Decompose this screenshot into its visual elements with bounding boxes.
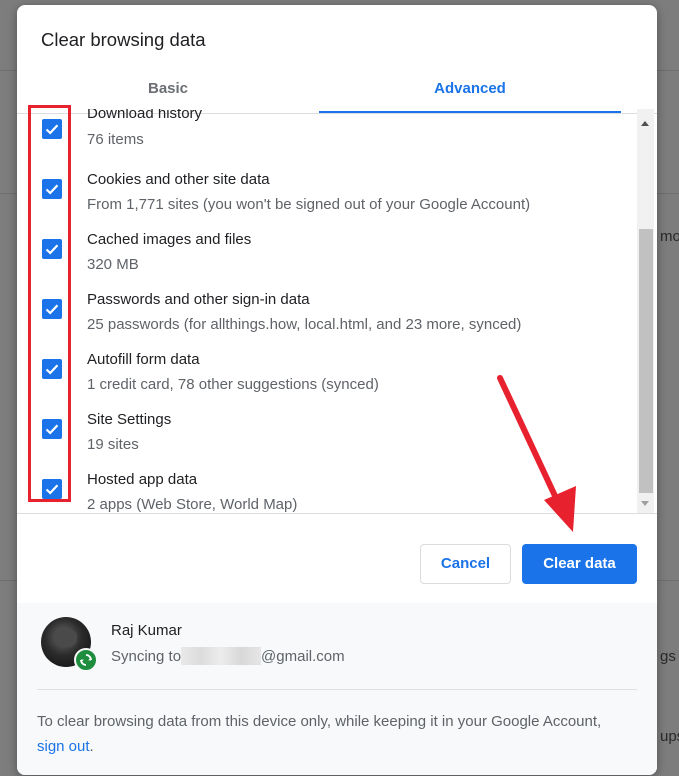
background-text: ups bbox=[660, 728, 679, 745]
redacted-email bbox=[181, 647, 262, 665]
sync-status: Syncing to @gmail.com bbox=[111, 647, 345, 665]
option-label: Autofill form data bbox=[87, 351, 200, 368]
option-detail: 320 MB bbox=[87, 256, 139, 273]
option-autofill[interactable]: Autofill form data 1 credit card, 78 oth… bbox=[17, 351, 632, 411]
option-hosted-app-data[interactable]: Hosted app data 2 apps (Web Store, World… bbox=[17, 471, 632, 514]
account-name: Raj Kumar bbox=[111, 622, 182, 639]
autofill-checkbox[interactable] bbox=[42, 359, 62, 379]
tab-advanced[interactable]: Advanced bbox=[319, 67, 621, 113]
footer-note: To clear browsing data from this device … bbox=[37, 709, 617, 759]
dialog-title: Clear browsing data bbox=[41, 29, 206, 50]
account-footer: Raj Kumar Syncing to @gmail.com To clear … bbox=[17, 603, 657, 775]
option-passwords[interactable]: Passwords and other sign-in data 25 pass… bbox=[17, 291, 632, 351]
options-list[interactable]: Download history 76 items Cookies and ot… bbox=[17, 109, 657, 514]
checkbox-check-icon bbox=[45, 364, 59, 375]
option-detail: 2 apps (Web Store, World Map) bbox=[87, 496, 298, 513]
option-detail: 19 sites bbox=[87, 436, 139, 453]
option-label: Hosted app data bbox=[87, 471, 198, 488]
checkbox-check-icon bbox=[45, 304, 59, 315]
background-text: gs bbox=[660, 648, 676, 665]
option-detail: 25 passwords (for allthings.how, local.h… bbox=[87, 316, 522, 333]
checkbox-check-icon bbox=[45, 124, 59, 135]
scroll-up-arrow-icon[interactable] bbox=[641, 121, 649, 126]
scroll-down-arrow-icon[interactable] bbox=[641, 501, 649, 506]
cached-images-checkbox[interactable] bbox=[42, 239, 62, 259]
option-cookies[interactable]: Cookies and other site data From 1,771 s… bbox=[17, 171, 632, 231]
footer-divider bbox=[37, 689, 637, 690]
background-text: mor bbox=[660, 228, 679, 245]
clear-browsing-data-dialog: Clear browsing data Basic Advanced Downl… bbox=[17, 5, 657, 775]
checkbox-check-icon bbox=[45, 424, 59, 435]
footer-note-end: . bbox=[89, 738, 94, 755]
footer-note-text: To clear browsing data from this device … bbox=[37, 713, 602, 730]
sync-prefix: Syncing to bbox=[111, 648, 182, 665]
option-label: Cached images and files bbox=[87, 231, 252, 248]
list-divider bbox=[17, 513, 657, 514]
options-scrollbar[interactable] bbox=[637, 109, 654, 513]
sync-suffix: @gmail.com bbox=[261, 648, 345, 665]
tab-basic[interactable]: Basic bbox=[17, 67, 319, 111]
option-label: Download history bbox=[87, 109, 203, 122]
scrollbar-thumb[interactable] bbox=[639, 229, 653, 493]
checkbox-check-icon bbox=[45, 484, 59, 495]
sign-out-link[interactable]: sign out bbox=[37, 738, 90, 755]
option-detail: 1 credit card, 78 other suggestions (syn… bbox=[87, 376, 379, 393]
option-site-settings[interactable]: Site Settings 19 sites bbox=[17, 411, 632, 471]
passwords-checkbox[interactable] bbox=[42, 299, 62, 319]
cookies-checkbox[interactable] bbox=[42, 179, 62, 199]
cancel-button[interactable]: Cancel bbox=[420, 544, 511, 584]
option-download-history[interactable]: Download history 76 items bbox=[17, 109, 632, 171]
avatar-detail bbox=[55, 629, 77, 647]
clear-data-button[interactable]: Clear data bbox=[522, 544, 637, 584]
option-detail: From 1,771 sites (you won't be signed ou… bbox=[87, 196, 531, 213]
download-history-checkbox[interactable] bbox=[42, 119, 62, 139]
option-label: Site Settings bbox=[87, 411, 172, 428]
option-label: Passwords and other sign-in data bbox=[87, 291, 310, 308]
tab-bar: Basic Advanced bbox=[17, 67, 657, 114]
sync-icon bbox=[74, 648, 98, 672]
checkbox-check-icon bbox=[45, 244, 59, 255]
hosted-app-data-checkbox[interactable] bbox=[42, 479, 62, 499]
option-label: Cookies and other site data bbox=[87, 171, 270, 188]
checkbox-check-icon bbox=[45, 184, 59, 195]
site-settings-checkbox[interactable] bbox=[42, 419, 62, 439]
option-cached-images[interactable]: Cached images and files 320 MB bbox=[17, 231, 632, 291]
option-detail: 76 items bbox=[87, 131, 144, 148]
